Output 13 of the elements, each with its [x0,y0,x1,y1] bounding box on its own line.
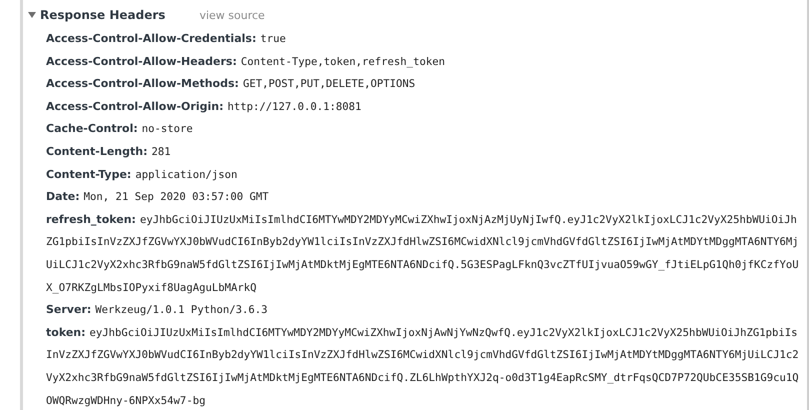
header-line: Date: Mon, 21 Sep 2020 03:57:00 GMT [46,189,270,206]
header-line: Content-Type: application/json [46,166,238,183]
header-line: Server: Werkzeug/1.0.1 Python/3.6.3 [46,302,268,318]
section-title[interactable]: Response Headers [40,8,166,22]
header-line: Access-Control-Allow-Credentials: true [46,31,287,47]
disclosure-triangle-icon[interactable] [28,12,36,18]
header-line: Cache-Control: no-store [46,121,194,138]
header-line: Content-Length: 281 [46,144,172,160]
header-line: refresh_token: eyJhbGciOiJIUzUxMiIsImlhdCI6MTYwMDY2MDYyMCwiZXhwIjoxNjAzMjUyNjIwfQ.eyJ1c2VyX2lkIjoxLCJ1c2VyX25hbWUiOiJhZG1pbiIsInVzZXJfZGVwYXJ0bWVudCI6InByb2dyYW1lciIsInVzZXJfdHlwZSI6MCwidXNlcl9jcmVhdGVfdGltZSI6IjIwMjAtMDYtMDggMTA6NTY6MjUiLCJ1c2VyX2xhc3RfbG9naW5fdGltZSI6IjIwMjAtMDktMjEgMTE6NTA6NDcifQ.5G3ESPagLFknQ3vcZTfUIjvuaO59wGY_fJtiELpG1Qh0jfKCzfYoUX_O7RKZgLMbsIOPyxif8UagAguLbMArkQ [46,212,800,296]
header-line: Access-Control-Allow-Headers: Content-Type,token,refresh_token [46,54,446,70]
header-line: Access-Control-Allow-Methods: GET,POST,PUT,DELETE,OPTIONS [46,76,416,92]
header-line: Access-Control-Allow-Origin: http://127.0.0.1:8081 [46,98,362,115]
header-line: token: eyJhbGciOiJIUzUxMiIsImlhdCI6MTYwMDY2MDYyMCwiZXhwIjoxNjAwNjYwNzQwfQ.eyJ1c2VyX2lkIjoxLCJ1c2VyX25hbWUiOiJhZG1pbiIsInVzZXJfZGVwYXJ0bWVudCI6InByb2dyYW1lciIsInVzZXJfdHlwZSI6MCwidXNlcl9jcmVhdGVfdGltZSI6IjIwMjAtMDYtMDggMTA6NTY6MjUiLCJ1c2VyX2xhc3RfbG9naW5fdGltZSI6IjIwMjAtMDktMjEgMTE6NTA6NDcifQ.ZL6LhWpthYXJ2q-o0d3T1g4EapRcSMY_dtrFqsQCD7P72QUbCE35SB1G9cu1QOWQRwzgWDHny-6NPXx54w7-bg [46,324,800,408]
